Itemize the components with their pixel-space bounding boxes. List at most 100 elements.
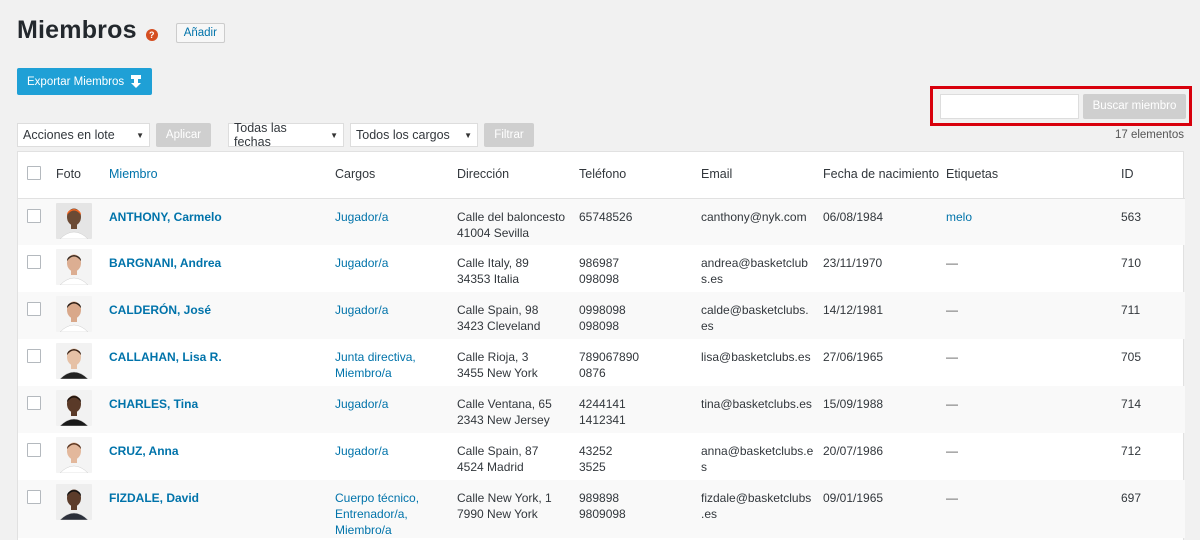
chevron-down-icon: ▼ — [136, 130, 144, 140]
items-count: 17 elementos — [1114, 129, 1184, 141]
roles-filter-value: Todos los cargos — [356, 128, 450, 142]
row-checkbox[interactable] — [27, 396, 41, 410]
row-checkbox[interactable] — [27, 255, 41, 269]
phone-cell: 43252 3525 — [579, 444, 613, 474]
members-table: Foto Miembro Cargos Dirección Teléfono E… — [17, 151, 1185, 540]
tags-cell: — — [946, 480, 1121, 538]
page-title: Miembros — [17, 16, 137, 44]
row-checkbox[interactable] — [27, 302, 41, 316]
email-cell: calde@basketclubs. es — [701, 292, 823, 339]
phone-cell: 789067890 0876 — [579, 350, 640, 380]
member-cell: CALLAHAN, Lisa R. — [109, 339, 335, 386]
avatar — [56, 202, 92, 239]
address-cell: Calle Spain, 87 4524 Madrid — [457, 444, 539, 474]
roles-cell[interactable]: Jugador/a — [335, 292, 457, 339]
page-header: Miembros ? Añadir — [17, 16, 225, 45]
email-cell: anna@basketclubs.e s — [701, 444, 814, 474]
column-member-sortable[interactable]: Miembro — [109, 152, 335, 199]
phone-cell: 0998098 098098 — [579, 292, 701, 339]
id-cell: 563 — [1121, 198, 1185, 245]
filter-button[interactable]: Filtrar — [484, 123, 534, 147]
member-name-link[interactable]: FIZDALE, David — [109, 491, 199, 505]
address-cell: Calle New York, 1 7990 New York — [457, 480, 579, 538]
member-cell: CALDERÓN, José — [109, 292, 335, 339]
filters-bar: Acciones en lote ▼ Aplicar Todas las fec… — [17, 121, 534, 149]
row-checkbox[interactable] — [27, 349, 41, 363]
help-icon[interactable]: ? — [145, 28, 158, 41]
avatar — [56, 343, 92, 379]
email-cell: canthony@nyk.com — [701, 198, 823, 245]
column-phone: Teléfono — [579, 152, 701, 199]
apply-button[interactable]: Aplicar — [156, 123, 211, 147]
avatar — [56, 484, 92, 520]
photo-cell — [56, 480, 109, 538]
members-table-body: ANTHONY, Carmelo Jugador/a Calle del balon… — [18, 198, 1185, 538]
search-member-input[interactable] — [940, 93, 1079, 119]
birth-date-cell: 27/06/1965 — [823, 350, 884, 364]
search-member-button[interactable]: Buscar miembro — [1083, 93, 1186, 119]
dates-filter-value: Todas las fechas — [234, 121, 287, 149]
export-members-label: Exportar Miembros — [27, 75, 125, 88]
photo-cell — [56, 245, 109, 292]
email-cell: lisa@basketclubs.es — [701, 350, 811, 364]
column-photo: Foto — [56, 152, 109, 199]
roles-cell[interactable]: Jugador/a — [335, 198, 457, 245]
roles-cell[interactable]: Jugador/a — [335, 433, 457, 480]
birth-date-cell: 15/09/1988 — [823, 386, 946, 433]
roles-cell[interactable]: Junta directiva, Miembro/a — [335, 339, 457, 386]
download-icon — [131, 74, 142, 88]
table-row: CHARLES, Tina Jugador/a Calle Ventana, 65 2… — [18, 386, 1185, 433]
birth-date-cell: 23/11/1970 — [823, 256, 883, 270]
photo-cell — [56, 292, 109, 339]
row-checkbox[interactable] — [27, 443, 41, 457]
phone-cell: 4244141 1412341 — [579, 386, 701, 433]
column-address: Dirección — [457, 152, 579, 199]
tags-cell: — — [946, 256, 958, 270]
member-name-link[interactable]: ANTHONY, Carmelo — [109, 210, 222, 224]
member-name-link[interactable]: CRUZ, Anna — [109, 444, 179, 458]
phone-cell: 65748526 — [579, 198, 701, 245]
tags-cell[interactable]: melo — [946, 198, 1121, 245]
email-cell: tina@basketclubs.es — [701, 386, 823, 433]
add-member-button[interactable]: Añadir — [175, 22, 225, 43]
id-cell: 712 — [1121, 444, 1142, 458]
email-cell: fizdale@basketclubs .es — [701, 480, 823, 538]
tags-cell: — — [946, 386, 1121, 433]
address-cell: Calle Rioja, 3 3455 New York — [457, 350, 538, 380]
tags-cell: — — [946, 292, 1121, 339]
roles-cell[interactable]: Cuerpo técnico, Entrenador/a, Miembro/a — [335, 480, 457, 538]
tags-cell: — — [946, 350, 958, 364]
photo-cell — [56, 198, 109, 245]
id-cell: 697 — [1121, 480, 1185, 538]
column-email: Email — [701, 152, 823, 199]
avatar — [56, 390, 92, 426]
row-checkbox[interactable] — [27, 208, 41, 223]
dates-filter-select[interactable]: Todas las fechas ▼ — [228, 121, 344, 149]
roles-filter-select[interactable]: Todos los cargos ▼ — [350, 123, 478, 147]
export-members-button[interactable]: Exportar Miembros — [17, 68, 153, 95]
member-name-link[interactable]: CALLAHAN, Lisa R. — [109, 350, 222, 364]
member-name-link[interactable]: CHARLES, Tina — [109, 397, 198, 411]
id-cell: 710 — [1121, 256, 1142, 270]
id-cell: 714 — [1121, 386, 1185, 433]
id-cell: 705 — [1121, 350, 1142, 364]
table-row: CALDERÓN, José Jugador/a Calle Spain, 98 34… — [18, 292, 1185, 339]
address-cell: Calle Spain, 98 3423 Cleveland — [457, 292, 579, 339]
avatar — [56, 249, 92, 285]
bulk-actions-select[interactable]: Acciones en lote ▼ — [17, 123, 150, 147]
row-checkbox[interactable] — [27, 490, 41, 504]
column-roles: Cargos — [335, 152, 457, 199]
roles-cell[interactable]: Jugador/a — [335, 386, 457, 433]
member-name-link[interactable]: BARGNANI, Andrea — [109, 256, 221, 270]
member-name-link[interactable]: CALDERÓN, José — [109, 303, 211, 317]
select-all-checkbox[interactable] — [27, 166, 41, 181]
member-cell: FIZDALE, David — [109, 480, 335, 538]
birth-date-cell: 06/08/1984 — [823, 198, 946, 245]
address-cell: Calle del baloncesto 41004 Sevilla — [457, 198, 579, 245]
member-cell: BARGNANI, Andrea — [109, 245, 335, 292]
member-cell: CHARLES, Tina — [109, 386, 335, 433]
member-cell: ANTHONY, Carmelo — [109, 198, 335, 245]
roles-cell[interactable]: Jugador/a — [335, 245, 457, 292]
table-row: FIZDALE, David Cuerpo técnico, Entrenador/… — [18, 480, 1185, 538]
column-birth-date: Fecha de nacimiento — [823, 152, 946, 199]
